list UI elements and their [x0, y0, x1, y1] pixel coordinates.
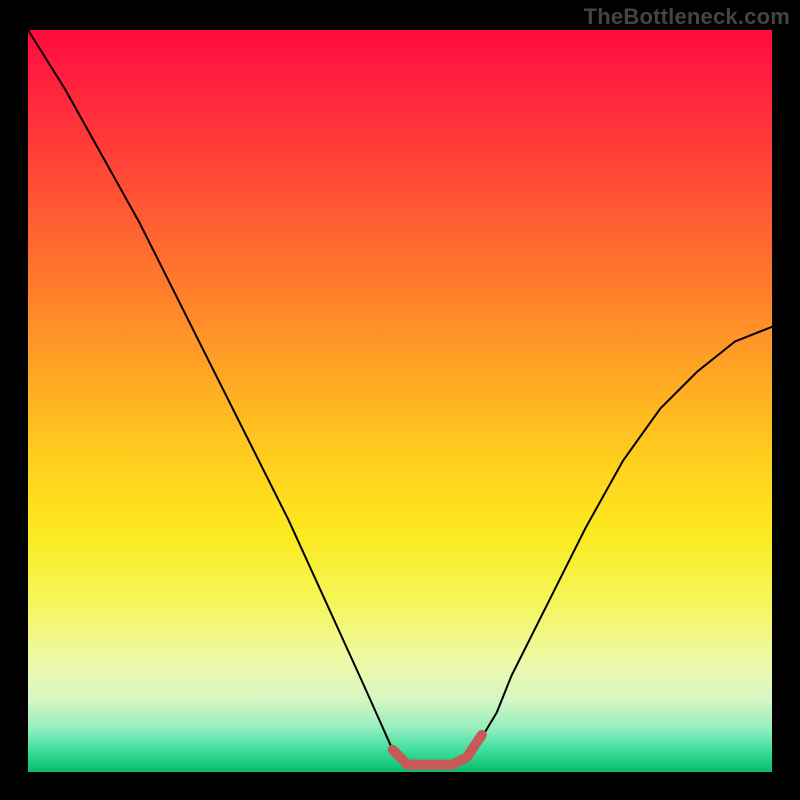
optimal-range-marker — [393, 735, 482, 765]
plot-area — [28, 30, 772, 772]
watermark-text: TheBottleneck.com — [584, 4, 790, 30]
bottleneck-curve — [28, 30, 772, 765]
chart-frame: TheBottleneck.com — [0, 0, 800, 800]
curve-layer — [28, 30, 772, 772]
